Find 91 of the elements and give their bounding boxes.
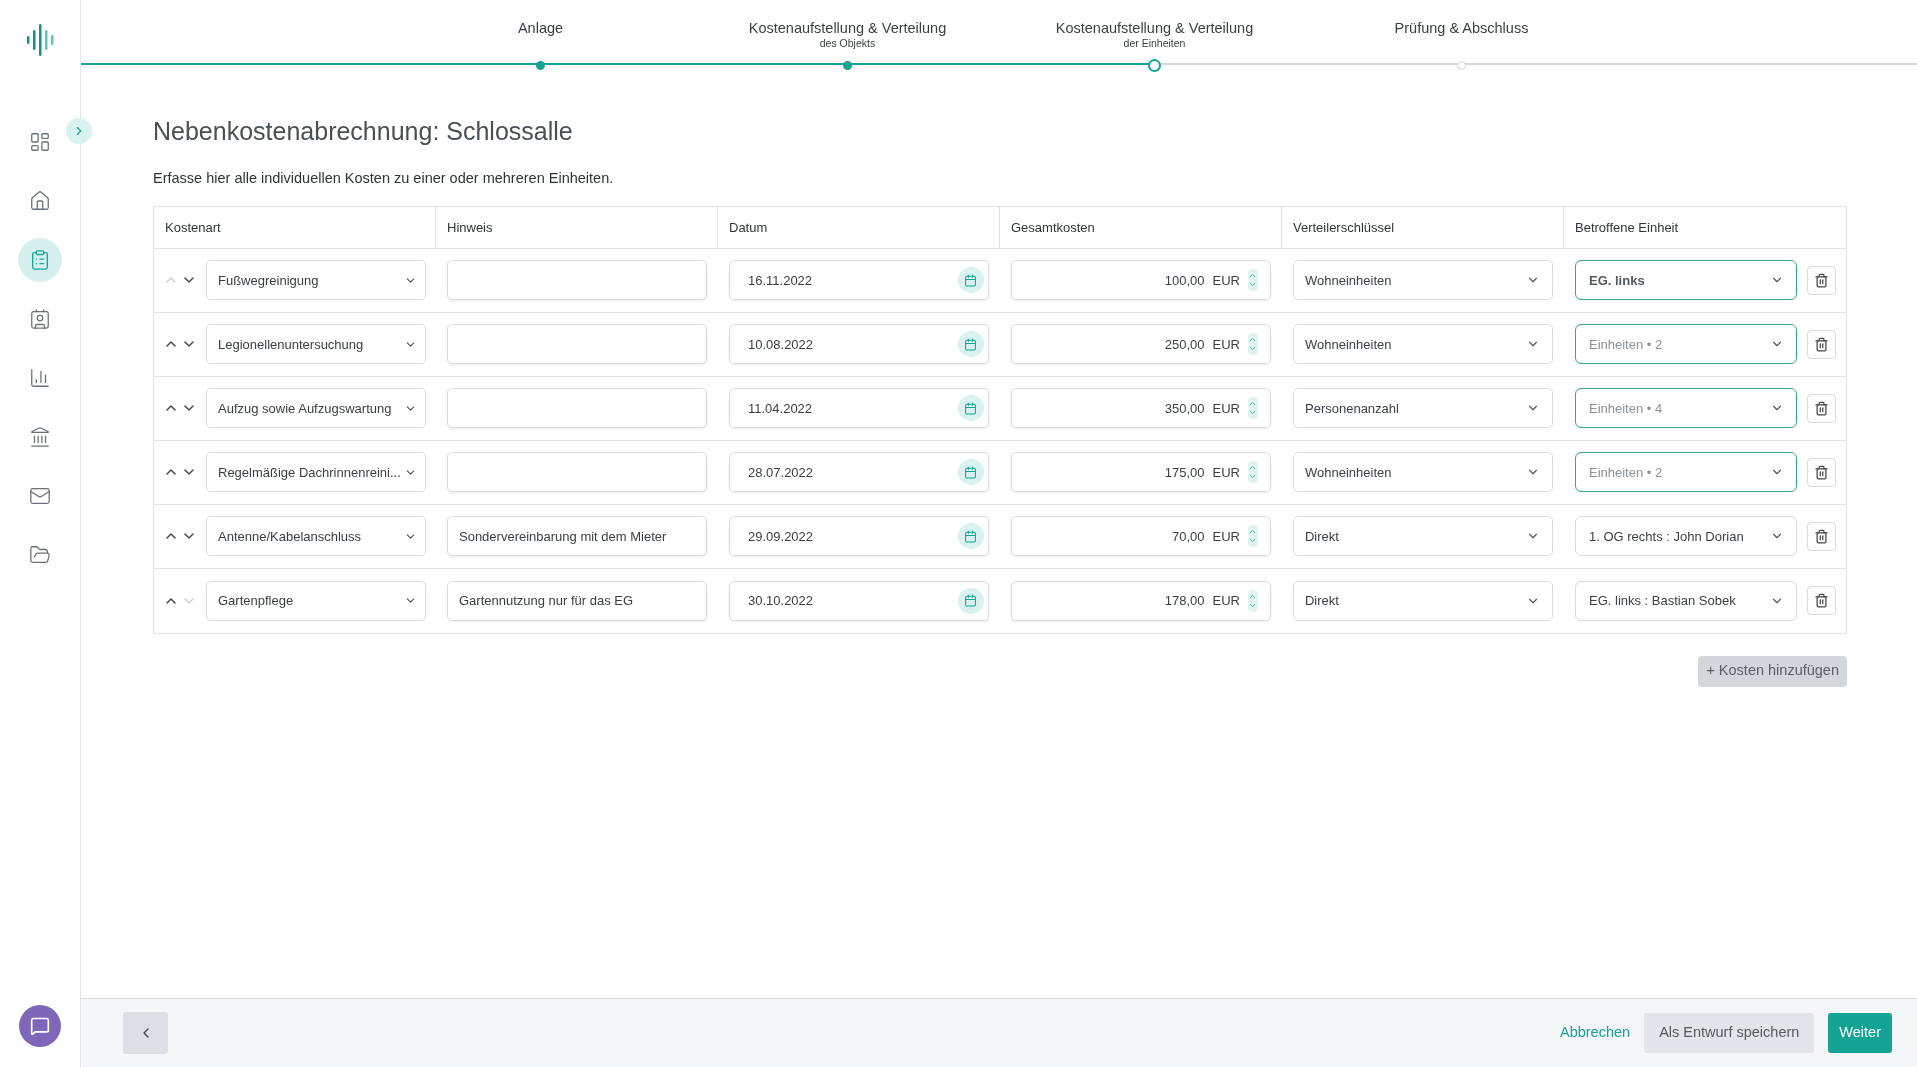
trash-icon bbox=[1814, 272, 1829, 288]
calendar-icon bbox=[964, 273, 978, 287]
distribution-key-dropdown[interactable]: Direkt bbox=[1293, 580, 1553, 621]
delete-button[interactable] bbox=[1807, 457, 1836, 487]
distribution-key-dropdown[interactable]: Wohneinheiten bbox=[1293, 452, 1553, 493]
stepper-icon[interactable] bbox=[1248, 333, 1258, 356]
step-label: Anlage bbox=[517, 19, 564, 37]
date-field[interactable]: 30.10.2022 bbox=[729, 580, 989, 621]
trash-icon bbox=[1814, 336, 1829, 352]
stepper-icon[interactable] bbox=[1248, 269, 1258, 292]
column-header: Verteilerschlüssel bbox=[1282, 206, 1564, 248]
cost-type-dropdown[interactable]: Legionellenuntersuchung bbox=[206, 324, 426, 365]
step-sublabel: des Objekts bbox=[819, 37, 876, 50]
stepper-icon[interactable] bbox=[1248, 461, 1258, 484]
unit-dropdown[interactable]: EG. links : Bastian Sobek bbox=[1575, 580, 1797, 621]
amount-field[interactable]: 178,00 EUR bbox=[1011, 580, 1271, 621]
save-draft-button[interactable]: Als Entwurf speichern bbox=[1644, 1013, 1815, 1053]
distribution-key-dropdown[interactable]: Wohneinheiten bbox=[1293, 324, 1553, 365]
calendar-button[interactable] bbox=[958, 331, 984, 358]
calendar-icon bbox=[964, 337, 978, 351]
chat-button[interactable] bbox=[19, 1005, 61, 1047]
note-field[interactable] bbox=[447, 452, 707, 493]
calendar-button[interactable] bbox=[958, 395, 984, 422]
folder-icon bbox=[29, 544, 51, 566]
date-field[interactable]: 10.08.2022 bbox=[729, 324, 989, 365]
stepper-icon[interactable] bbox=[1248, 525, 1258, 548]
note-field[interactable] bbox=[447, 260, 707, 301]
envelope-icon bbox=[29, 485, 51, 507]
calendar-icon bbox=[964, 529, 978, 543]
date-field[interactable]: 11.04.2022 bbox=[729, 388, 989, 429]
trash-icon bbox=[1814, 464, 1829, 480]
trash-icon bbox=[1814, 400, 1829, 416]
amount-field[interactable]: 250,00 EUR bbox=[1011, 324, 1271, 365]
column-header: Hinweis bbox=[436, 206, 718, 248]
cost-type-dropdown[interactable]: Aufzug sowie Aufzugswartung bbox=[206, 388, 426, 429]
dashboard-icon bbox=[29, 131, 51, 153]
delete-button[interactable] bbox=[1807, 393, 1836, 423]
date-field[interactable]: 29.09.2022 bbox=[729, 516, 989, 557]
step-label: Prüfung & Abschluss bbox=[1394, 19, 1529, 37]
clipboard-icon bbox=[29, 249, 51, 271]
stepper-icon[interactable] bbox=[1248, 397, 1258, 420]
amount-field[interactable]: 175,00 EUR bbox=[1011, 452, 1271, 493]
calendar-icon bbox=[964, 401, 978, 415]
distribution-key-dropdown[interactable]: Wohneinheiten bbox=[1293, 260, 1553, 301]
note-field[interactable]: Gartennutzung nur für das EG bbox=[447, 580, 707, 621]
trash-icon bbox=[1814, 593, 1829, 609]
delete-button[interactable] bbox=[1807, 521, 1836, 551]
distribution-key-dropdown[interactable]: Personenanzahl bbox=[1293, 388, 1553, 429]
step-label: Kostenaufstellung & Verteilung bbox=[1055, 19, 1254, 37]
intro-text: Erfasse hier alle individuellen Kosten zu einer oder mehreren Einheiten. bbox=[153, 169, 615, 188]
page-title: Nebenkostenabrechnung: Schlossalle bbox=[153, 116, 574, 146]
calendar-icon bbox=[964, 465, 978, 479]
unit-dropdown[interactable]: EG. links bbox=[1575, 260, 1797, 301]
cost-type-dropdown[interactable]: Fußwegreinigung bbox=[206, 260, 426, 301]
calendar-button[interactable] bbox=[958, 267, 984, 294]
logo-icon bbox=[25, 24, 55, 56]
sidebar-item[interactable] bbox=[18, 238, 62, 282]
house-icon bbox=[29, 190, 51, 212]
step-sublabel: der Einheiten bbox=[1123, 37, 1186, 50]
add-cost-button[interactable]: + Kosten hinzufügen bbox=[1698, 655, 1847, 687]
bar-chart-icon bbox=[29, 367, 51, 389]
note-field[interactable] bbox=[447, 324, 707, 365]
delete-button[interactable] bbox=[1807, 329, 1836, 359]
note-field[interactable]: Sondervereinbarung mit dem Mieter bbox=[447, 516, 707, 557]
calendar-button[interactable] bbox=[958, 459, 984, 486]
calendar-icon bbox=[964, 594, 978, 608]
chat-icon bbox=[30, 1016, 50, 1036]
amount-field[interactable]: 70,00 EUR bbox=[1011, 516, 1271, 557]
note-field[interactable] bbox=[447, 388, 707, 429]
date-field[interactable]: 28.07.2022 bbox=[729, 452, 989, 493]
delete-button[interactable] bbox=[1807, 586, 1836, 616]
bank-icon bbox=[29, 426, 51, 448]
amount-field[interactable]: 350,00 EUR bbox=[1011, 388, 1271, 429]
column-header: Betroffene Einheit bbox=[1574, 218, 1680, 237]
delete-button[interactable] bbox=[1807, 265, 1836, 295]
column-header: Kostenart bbox=[154, 206, 436, 248]
calendar-button[interactable] bbox=[958, 587, 984, 614]
cost-type-dropdown[interactable]: Antenne/Kabelanschluss bbox=[206, 516, 426, 557]
amount-field[interactable]: 100,00 EUR bbox=[1011, 260, 1271, 301]
calendar-button[interactable] bbox=[958, 523, 984, 550]
cost-type-dropdown[interactable]: Regelmäßige Dachrinnenreini... bbox=[206, 452, 426, 493]
column-header: Gesamtkosten bbox=[1000, 206, 1282, 248]
cost-type-dropdown[interactable]: Gartenpflege bbox=[206, 580, 426, 621]
contact-book-icon bbox=[29, 308, 51, 330]
unit-dropdown[interactable]: 1. OG rechts : John Dorian bbox=[1575, 516, 1797, 557]
step-label: Kostenaufstellung & Verteilung bbox=[748, 19, 947, 37]
distribution-key-dropdown[interactable]: Direkt bbox=[1293, 516, 1553, 557]
column-header: Datum bbox=[718, 206, 1000, 248]
date-field[interactable]: 16.11.2022 bbox=[729, 260, 989, 301]
stepper-icon[interactable] bbox=[1248, 589, 1258, 612]
trash-icon bbox=[1814, 528, 1829, 544]
